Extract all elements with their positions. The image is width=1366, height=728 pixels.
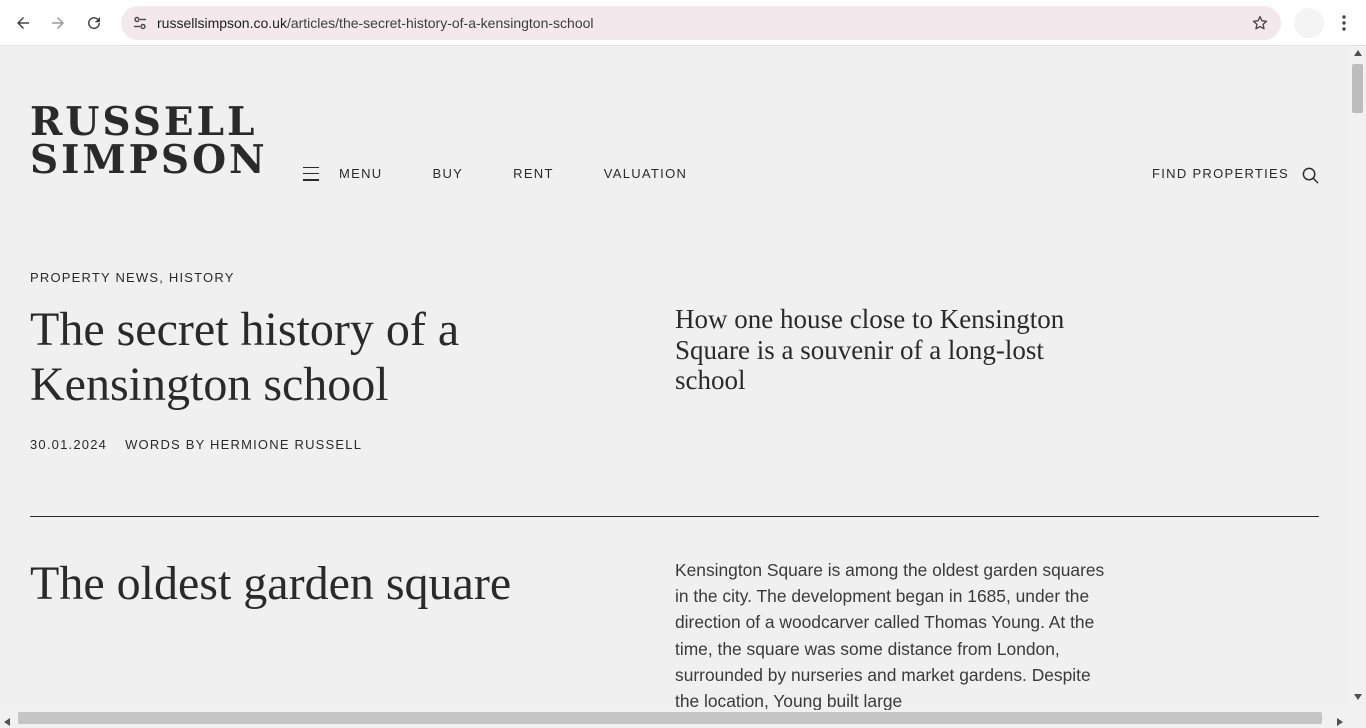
site-logo[interactable]: RUSSELL SIMPSON xyxy=(30,99,268,183)
article-meta: 30.01.2024 WORDS BY HERMIONE RUSSELL xyxy=(30,437,362,452)
search-icon[interactable] xyxy=(1301,166,1320,185)
divider xyxy=(30,516,1319,517)
horizontal-scroll-thumb[interactable] xyxy=(18,712,1322,724)
reload-icon[interactable] xyxy=(79,8,109,38)
address-bar[interactable]: russellsimpson.co.uk/articles/the-secret… xyxy=(121,6,1281,40)
article-byline: WORDS BY HERMIONE RUSSELL xyxy=(125,437,363,452)
browser-toolbar: russellsimpson.co.uk/articles/the-secret… xyxy=(0,0,1366,46)
logo-line-2: SIMPSON xyxy=(30,137,268,183)
menu-button[interactable]: MENU xyxy=(339,166,382,181)
section-title: The oldest garden square xyxy=(30,557,512,610)
vertical-scrollbar[interactable] xyxy=(1350,47,1366,710)
back-icon[interactable] xyxy=(8,8,38,38)
hamburger-icon[interactable] xyxy=(303,166,319,181)
logo-line-1: RUSSELL xyxy=(30,99,258,145)
profile-avatar[interactable] xyxy=(1294,8,1324,38)
page-content: RUSSELL SIMPSON MENU BUY RENT VALUATION … xyxy=(0,47,1350,710)
nav-buy[interactable]: BUY xyxy=(432,166,463,181)
url-path: /articles/the-secret-history-of-a-kensin… xyxy=(286,15,594,31)
article-category[interactable]: PROPERTY NEWS, HISTORY xyxy=(30,270,235,285)
scrollbar-corner xyxy=(1350,710,1366,728)
bookmark-star-icon[interactable] xyxy=(1249,12,1271,34)
article-body: Kensington Square is among the oldest ga… xyxy=(675,560,1105,710)
nav-valuation[interactable]: VALUATION xyxy=(604,166,687,181)
scroll-right-icon[interactable] xyxy=(1337,713,1347,726)
nav-rent[interactable]: RENT xyxy=(513,166,554,181)
article-title: The secret history of a Kensington schoo… xyxy=(30,303,460,411)
scroll-left-icon[interactable] xyxy=(4,713,14,726)
site-info-icon[interactable] xyxy=(127,10,153,36)
url-text[interactable]: russellsimpson.co.uk/articles/the-secret… xyxy=(157,15,594,31)
more-menu-icon[interactable] xyxy=(1330,8,1358,38)
article-date: 30.01.2024 xyxy=(30,437,108,452)
scroll-up-icon[interactable] xyxy=(1353,50,1363,60)
vertical-scroll-thumb[interactable] xyxy=(1352,64,1363,113)
article-standfirst: How one house close to Kensington Square… xyxy=(675,304,1065,395)
forward-icon[interactable] xyxy=(43,8,73,38)
main-nav: MENU BUY RENT VALUATION xyxy=(303,166,737,181)
find-properties-link[interactable]: FIND PROPERTIES xyxy=(1152,166,1289,181)
scroll-down-icon[interactable] xyxy=(1353,694,1363,704)
url-domain: russellsimpson.co.uk xyxy=(157,15,287,31)
